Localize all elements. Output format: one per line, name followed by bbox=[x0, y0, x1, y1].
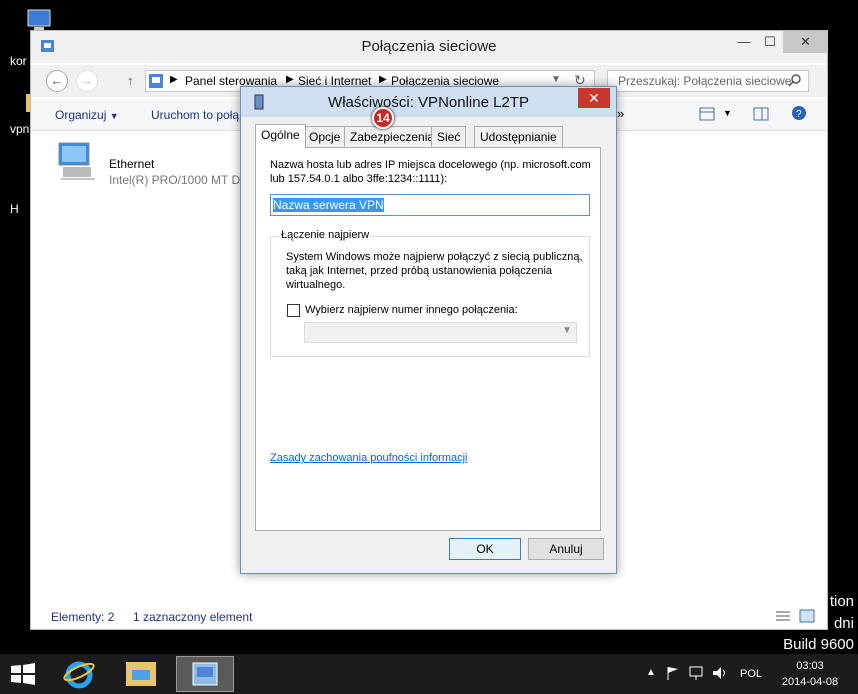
organize-label: Organizuj bbox=[55, 108, 107, 122]
svg-text:?: ? bbox=[796, 109, 802, 120]
tray-expand-icon[interactable]: ▲ bbox=[646, 667, 656, 678]
maximize-button[interactable]: ☐ bbox=[757, 31, 783, 53]
step-badge: 14 bbox=[372, 107, 394, 129]
cancel-button[interactable]: Anuluj bbox=[528, 538, 604, 560]
chevron-down-icon[interactable]: ▼ bbox=[551, 74, 561, 85]
search-input[interactable]: Przeszukaj: Połączenia sieciowe bbox=[607, 70, 809, 92]
action-center-flag-icon[interactable] bbox=[666, 666, 680, 683]
control-panel-icon bbox=[148, 73, 164, 92]
dial-first-group: Łączenie najpierw System Windows może na… bbox=[270, 229, 590, 357]
chevron-right-icon[interactable]: ▶ bbox=[170, 74, 178, 85]
taskbar: ▲ POL 03:03 2014-04-08 bbox=[0, 654, 858, 694]
privacy-policy-link[interactable]: Zasady zachowania poufności informacji bbox=[270, 452, 468, 464]
details-view-icon[interactable] bbox=[775, 609, 791, 626]
watermark-line-2: dni bbox=[833, 615, 854, 632]
selection-count: 1 zaznaczony element bbox=[133, 610, 253, 624]
organize-menu[interactable]: Organizuj ▼ bbox=[55, 108, 119, 122]
dial-first-checkbox[interactable] bbox=[287, 304, 300, 317]
large-icons-view-icon[interactable] bbox=[799, 609, 815, 626]
up-button[interactable]: ↑ bbox=[127, 73, 134, 88]
file-explorer-icon[interactable] bbox=[124, 658, 160, 693]
group-text-line-2: taką jak Internet, przed próbą ustanowie… bbox=[286, 265, 553, 277]
dialog-titlebar[interactable]: Właściwości: VPNonline L2TP ✕ bbox=[241, 87, 616, 117]
tab-options[interactable]: Opcje bbox=[303, 126, 347, 147]
explorer-titlebar[interactable]: Połączenia sieciowe — ☐ ✕ bbox=[31, 31, 828, 63]
tab-general[interactable]: Ogólne bbox=[255, 124, 306, 148]
chevron-down-icon: ▼ bbox=[109, 111, 119, 121]
connection-select[interactable]: ▼ bbox=[304, 322, 577, 343]
chevron-right-icon[interactable]: ▶ bbox=[286, 74, 294, 85]
desktop-label-vpn: vpn bbox=[10, 122, 30, 136]
ethernet-name: Ethernet bbox=[109, 157, 155, 171]
search-icon[interactable] bbox=[788, 73, 802, 90]
chevron-down-icon[interactable]: ▼ bbox=[723, 108, 732, 118]
group-text-line-3: wirtualnego. bbox=[286, 279, 346, 291]
language-indicator[interactable]: POL bbox=[740, 668, 762, 680]
search-placeholder: Przeszukaj: Połączenia sieciowe bbox=[618, 74, 792, 88]
forward-button[interactable]: → bbox=[76, 70, 98, 92]
ethernet-device: Intel(R) PRO/1000 MT De bbox=[109, 173, 247, 187]
desktop-label-h: H bbox=[10, 202, 19, 216]
host-input-value: Nazwa serwera VPN bbox=[273, 198, 384, 212]
watermark-line-3: Build 9600 bbox=[783, 636, 854, 653]
host-label-line-2: lub 157.54.0.1 albo 3ffe:1234::1111): bbox=[270, 173, 448, 185]
internet-explorer-icon[interactable] bbox=[62, 658, 96, 693]
status-bar: Elementy: 2 1 zaznaczony element bbox=[31, 605, 827, 629]
clock-date[interactable]: 2014-04-08 bbox=[778, 676, 842, 688]
item-count: Elementy: 2 bbox=[51, 610, 115, 624]
view-options-icon[interactable] bbox=[699, 106, 715, 125]
dialog-close-button[interactable]: ✕ bbox=[578, 88, 610, 108]
explorer-title: Połączenia sieciowe bbox=[361, 38, 497, 55]
chevron-right-icon[interactable]: » bbox=[617, 106, 624, 121]
group-title: Łączenie najpierw bbox=[279, 229, 372, 241]
launch-connection-button[interactable]: Uruchom to połą bbox=[151, 108, 239, 122]
back-button[interactable]: ← bbox=[46, 70, 68, 92]
tab-network[interactable]: Sieć bbox=[431, 126, 467, 147]
desktop-label-computer: kor bbox=[10, 54, 27, 68]
help-icon[interactable]: ? bbox=[791, 105, 807, 124]
general-tab-panel: Nazwa hosta lub adres IP miejsca docelow… bbox=[255, 147, 601, 531]
windows-start-icon[interactable] bbox=[10, 662, 36, 689]
clock-time[interactable]: 03:03 bbox=[790, 660, 830, 672]
tab-sharing[interactable]: Udostępnianie bbox=[474, 126, 563, 147]
chevron-right-icon[interactable]: ▶ bbox=[379, 74, 387, 85]
ok-button[interactable]: OK bbox=[449, 538, 521, 560]
network-tray-icon[interactable] bbox=[688, 665, 704, 684]
ethernet-item[interactable]: Ethernet Intel(R) PRO/1000 MT De bbox=[51, 139, 251, 187]
host-label-line-1: Nazwa hosta lub adres IP miejsca docelow… bbox=[270, 159, 591, 171]
close-button[interactable]: ✕ bbox=[783, 31, 828, 53]
network-connections-taskbar-icon[interactable] bbox=[176, 656, 234, 692]
dialog-title: Właściwości: VPNonline L2TP bbox=[328, 94, 529, 111]
tab-security[interactable]: Zabezpieczenia bbox=[344, 126, 441, 147]
checkbox-label[interactable]: Wybierz najpierw numer innego połączenia… bbox=[305, 304, 518, 317]
volume-icon[interactable] bbox=[712, 665, 728, 684]
host-input[interactable]: Nazwa serwera VPN bbox=[270, 194, 590, 216]
watermark-line-1: tion bbox=[829, 593, 854, 610]
preview-pane-icon[interactable] bbox=[753, 106, 769, 125]
network-adapter-icon bbox=[53, 141, 101, 188]
chevron-down-icon: ▼ bbox=[562, 325, 572, 336]
properties-dialog: Właściwości: VPNonline L2TP ✕ 14 Ogólne … bbox=[240, 86, 617, 574]
group-text-line-1: System Windows może najpierw połączyć z … bbox=[286, 251, 583, 263]
minimize-button[interactable]: — bbox=[731, 31, 757, 53]
